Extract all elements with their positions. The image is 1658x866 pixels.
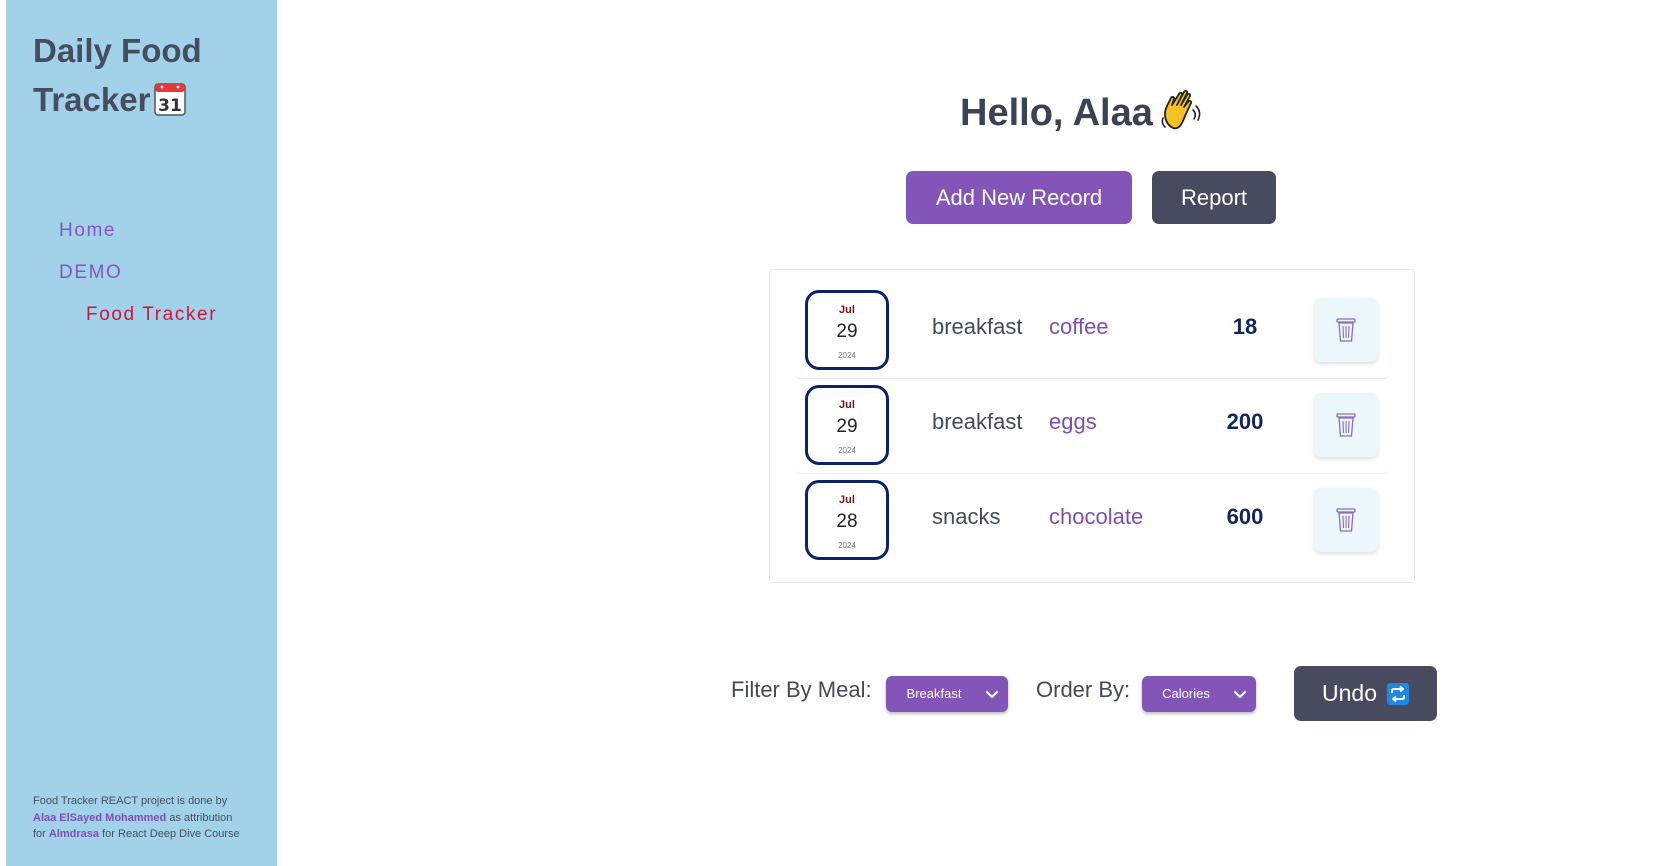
calories-value: 600 [1226, 504, 1264, 529]
app-title-line2: Tracker [33, 81, 151, 118]
meal-type: snacks [932, 504, 1001, 529]
meal-type: breakfast [932, 314, 1023, 339]
date-month: Jul [839, 304, 855, 316]
date-month: Jul [839, 494, 855, 506]
calories-value: 200 [1226, 409, 1264, 434]
food-name: eggs [1049, 409, 1097, 434]
food-name: coffee [1049, 314, 1109, 339]
date-year: 2024 [838, 446, 856, 455]
delete-record-button[interactable] [1314, 298, 1378, 362]
delete-record-button[interactable] [1314, 488, 1378, 552]
footer-text-1: Food Tracker REACT project is done by [33, 795, 228, 807]
delete-record-button[interactable] [1314, 393, 1378, 457]
meal-type: breakfast [932, 409, 1023, 434]
date-day: 29 [836, 321, 858, 342]
waving-hand-icon [1161, 90, 1201, 130]
date-badge: Jul 28 2024 [805, 480, 889, 560]
undo-button[interactable]: Undo [1294, 666, 1437, 721]
trash-icon [1336, 318, 1356, 342]
order-by-label: Order By: [1036, 677, 1131, 702]
date-badge: Jul 29 2024 [805, 385, 889, 465]
repeat-icon [1386, 682, 1409, 705]
order-by-value: Calories [1162, 686, 1210, 701]
date-year: 2024 [838, 351, 856, 360]
footer-text-4: for React Deep Dive Course [102, 828, 240, 840]
sidebar: Daily Food Tracker 31 Home DEMO Food Tra… [6, 0, 277, 866]
attribution-note: Food Tracker REACT project is done by Al… [33, 793, 273, 843]
meal-filter-value: Breakfast [906, 686, 962, 701]
date-year: 2024 [838, 541, 856, 550]
date-badge: Jul 29 2024 [805, 290, 889, 370]
chevron-down-icon [986, 691, 998, 698]
nav-item-home[interactable]: Home [59, 220, 116, 242]
nav-item-demo[interactable]: DEMO [59, 262, 122, 284]
records-list: Jul 29 2024 breakfast coffee 18 Jul 29 2… [769, 269, 1415, 583]
list-item: Jul 28 2024 snacks chocolate 600 [794, 474, 1390, 568]
filter-by-meal-label: Filter By Meal: [731, 677, 872, 702]
date-month: Jul [839, 399, 855, 411]
calendar-emoji-icon: 31 [154, 83, 187, 116]
greeting-heading: Hello, Alaa [960, 88, 1203, 138]
date-day: 29 [836, 416, 858, 437]
trash-icon [1336, 508, 1356, 532]
add-new-record-button[interactable]: Add New Record [906, 171, 1132, 224]
food-name: chocolate [1049, 504, 1144, 529]
app-title: Daily Food Tracker 31 [33, 26, 253, 124]
list-item: Jul 29 2024 breakfast eggs 200 [794, 379, 1390, 474]
list-item: Jul 29 2024 breakfast coffee 18 [794, 284, 1390, 379]
app-title-line1: Daily Food [33, 32, 202, 69]
calories-value: 18 [1232, 314, 1258, 339]
report-button[interactable]: Report [1152, 171, 1276, 224]
author-link[interactable]: Alaa ElSayed Mohammed [33, 812, 166, 824]
undo-label: Undo [1322, 680, 1377, 706]
meal-filter-select[interactable]: Breakfast [886, 676, 1008, 712]
trash-icon [1336, 413, 1356, 437]
date-day: 28 [836, 511, 858, 532]
nav-item-food-tracker[interactable]: Food Tracker [86, 304, 217, 326]
footer-text-2: as attribution [169, 811, 233, 824]
footer-text-3: for [33, 828, 46, 840]
order-by-select[interactable]: Calories [1142, 676, 1256, 712]
org-link[interactable]: Almdrasa [49, 828, 99, 840]
chevron-down-icon [1234, 691, 1246, 698]
greeting-text: Hello, Alaa [960, 92, 1153, 134]
svg-text:31: 31 [159, 96, 183, 116]
